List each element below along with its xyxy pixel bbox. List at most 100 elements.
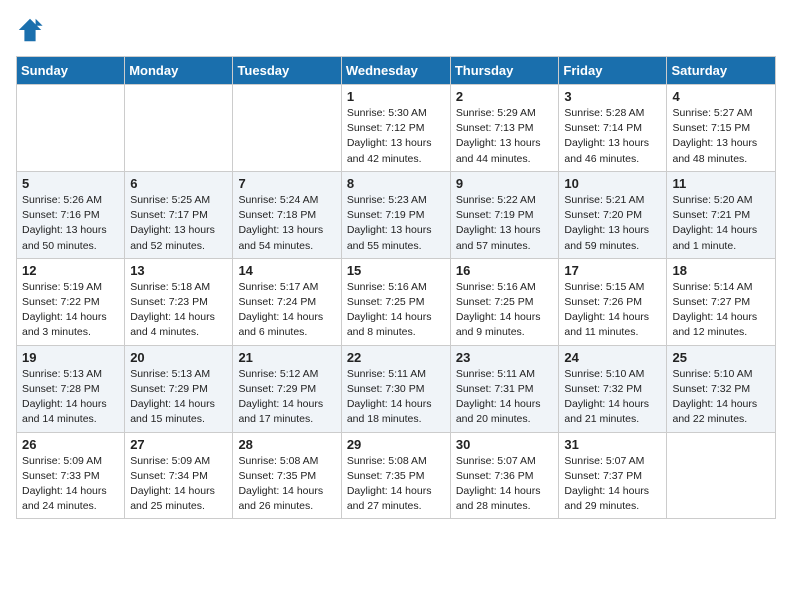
day-info: Sunrise: 5:11 AMSunset: 7:30 PMDaylight:… — [347, 367, 445, 428]
day-number: 24 — [564, 350, 661, 365]
calendar-cell: 5 Sunrise: 5:26 AMSunset: 7:16 PMDaylight… — [17, 171, 125, 258]
calendar-cell: 23Sunrise: 5:11 AMSunset: 7:31 PMDayligh… — [450, 345, 559, 432]
day-info: Sunrise: 5:20 AMSunset: 7:21 PMDaylight:… — [672, 193, 770, 254]
day-number: 22 — [347, 350, 445, 365]
day-info: Sunrise: 5:16 AMSunset: 7:25 PMDaylight:… — [456, 280, 554, 341]
day-number: 29 — [347, 437, 445, 452]
day-number: 19 — [22, 350, 119, 365]
logo-icon — [16, 16, 44, 44]
day-info: Sunrise: 5:09 AMSunset: 7:34 PMDaylight:… — [130, 454, 227, 515]
calendar-cell: 19 Sunrise: 5:13 AMSunset: 7:28 PMDayligh… — [17, 345, 125, 432]
calendar-cell: 12 Sunrise: 5:19 AMSunset: 7:22 PMDayligh… — [17, 258, 125, 345]
calendar-cell: 28 Sunrise: 5:08 AMSunset: 7:35 PMDayligh… — [233, 432, 341, 519]
day-number: 1 — [347, 89, 445, 104]
day-info: Sunrise: 5:24 AMSunset: 7:18 PMDaylight:… — [238, 193, 335, 254]
day-info: Sunrise: 5:16 AMSunset: 7:25 PMDaylight:… — [347, 280, 445, 341]
day-info: Sunrise: 5:30 AMSunset: 7:12 PMDaylight:… — [347, 106, 445, 167]
day-info: Sunrise: 5:08 AMSunset: 7:35 PMDaylight:… — [347, 454, 445, 515]
calendar-cell: 17 Sunrise: 5:15 AMSunset: 7:26 PMDayligh… — [559, 258, 667, 345]
day-number: 17 — [564, 263, 661, 278]
day-info: Sunrise: 5:08 AMSunset: 7:35 PMDaylight:… — [238, 454, 335, 515]
day-number: 27 — [130, 437, 227, 452]
calendar-week-row: 12 Sunrise: 5:19 AMSunset: 7:22 PMDayligh… — [17, 258, 776, 345]
day-info: Sunrise: 5:18 AMSunset: 7:23 PMDaylight:… — [130, 280, 227, 341]
calendar-cell: 10Sunrise: 5:21 AMSunset: 7:20 PMDayligh… — [559, 171, 667, 258]
day-info: Sunrise: 5:13 AMSunset: 7:28 PMDaylight:… — [22, 367, 119, 428]
day-number: 6 — [130, 176, 227, 191]
calendar-cell: 9Sunrise: 5:22 AMSunset: 7:19 PMDaylight… — [450, 171, 559, 258]
calendar-cell: 22 Sunrise: 5:11 AMSunset: 7:30 PMDayligh… — [341, 345, 450, 432]
calendar-week-row: 1 Sunrise: 5:30 AMSunset: 7:12 PMDaylight… — [17, 85, 776, 172]
day-number: 30 — [456, 437, 554, 452]
calendar-cell: 24 Sunrise: 5:10 AMSunset: 7:32 PMDayligh… — [559, 345, 667, 432]
day-info: Sunrise: 5:10 AMSunset: 7:32 PMDaylight:… — [564, 367, 661, 428]
weekday-header: Friday — [559, 57, 667, 85]
day-number: 5 — [22, 176, 119, 191]
calendar-week-row: 5 Sunrise: 5:26 AMSunset: 7:16 PMDaylight… — [17, 171, 776, 258]
day-info: Sunrise: 5:14 AMSunset: 7:27 PMDaylight:… — [672, 280, 770, 341]
calendar-header-row: SundayMondayTuesdayWednesdayThursdayFrid… — [17, 57, 776, 85]
day-number: 15 — [347, 263, 445, 278]
calendar-cell: 31 Sunrise: 5:07 AMSunset: 7:37 PMDayligh… — [559, 432, 667, 519]
weekday-header: Tuesday — [233, 57, 341, 85]
calendar-cell — [667, 432, 776, 519]
day-info: Sunrise: 5:09 AMSunset: 7:33 PMDaylight:… — [22, 454, 119, 515]
day-number: 12 — [22, 263, 119, 278]
weekday-header: Monday — [125, 57, 233, 85]
calendar-week-row: 26 Sunrise: 5:09 AMSunset: 7:33 PMDayligh… — [17, 432, 776, 519]
day-info: Sunrise: 5:07 AMSunset: 7:37 PMDaylight:… — [564, 454, 661, 515]
day-number: 21 — [238, 350, 335, 365]
day-number: 14 — [238, 263, 335, 278]
calendar-cell: 27 Sunrise: 5:09 AMSunset: 7:34 PMDayligh… — [125, 432, 233, 519]
day-info: Sunrise: 5:21 AMSunset: 7:20 PMDaylight:… — [564, 193, 661, 254]
day-info: Sunrise: 5:19 AMSunset: 7:22 PMDaylight:… — [22, 280, 119, 341]
calendar-cell: 11 Sunrise: 5:20 AMSunset: 7:21 PMDayligh… — [667, 171, 776, 258]
weekday-header: Sunday — [17, 57, 125, 85]
calendar-cell: 21Sunrise: 5:12 AMSunset: 7:29 PMDayligh… — [233, 345, 341, 432]
day-info: Sunrise: 5:07 AMSunset: 7:36 PMDaylight:… — [456, 454, 554, 515]
day-number: 16 — [456, 263, 554, 278]
day-number: 20 — [130, 350, 227, 365]
day-number: 18 — [672, 263, 770, 278]
calendar-cell: 2 Sunrise: 5:29 AMSunset: 7:13 PMDaylight… — [450, 85, 559, 172]
calendar-cell: 1 Sunrise: 5:30 AMSunset: 7:12 PMDaylight… — [341, 85, 450, 172]
calendar-cell: 20Sunrise: 5:13 AMSunset: 7:29 PMDayligh… — [125, 345, 233, 432]
weekday-header: Wednesday — [341, 57, 450, 85]
day-number: 31 — [564, 437, 661, 452]
day-number: 7 — [238, 176, 335, 191]
calendar-cell: 30 Sunrise: 5:07 AMSunset: 7:36 PMDayligh… — [450, 432, 559, 519]
day-info: Sunrise: 5:10 AMSunset: 7:32 PMDaylight:… — [672, 367, 770, 428]
calendar-cell — [17, 85, 125, 172]
day-number: 11 — [672, 176, 770, 191]
calendar-cell: 13 Sunrise: 5:18 AMSunset: 7:23 PMDayligh… — [125, 258, 233, 345]
day-number: 8 — [347, 176, 445, 191]
day-number: 3 — [564, 89, 661, 104]
calendar-cell — [125, 85, 233, 172]
day-info: Sunrise: 5:26 AMSunset: 7:16 PMDaylight:… — [22, 193, 119, 254]
calendar-cell: 4 Sunrise: 5:27 AMSunset: 7:15 PMDaylight… — [667, 85, 776, 172]
day-info: Sunrise: 5:15 AMSunset: 7:26 PMDaylight:… — [564, 280, 661, 341]
calendar-week-row: 19 Sunrise: 5:13 AMSunset: 7:28 PMDayligh… — [17, 345, 776, 432]
day-number: 4 — [672, 89, 770, 104]
calendar-cell: 6 Sunrise: 5:25 AMSunset: 7:17 PMDaylight… — [125, 171, 233, 258]
day-number: 9 — [456, 176, 554, 191]
day-number: 2 — [456, 89, 554, 104]
weekday-header: Thursday — [450, 57, 559, 85]
calendar-cell: 3 Sunrise: 5:28 AMSunset: 7:14 PMDaylight… — [559, 85, 667, 172]
day-info: Sunrise: 5:23 AMSunset: 7:19 PMDaylight:… — [347, 193, 445, 254]
day-info: Sunrise: 5:11 AMSunset: 7:31 PMDaylight:… — [456, 367, 554, 428]
day-info: Sunrise: 5:25 AMSunset: 7:17 PMDaylight:… — [130, 193, 227, 254]
day-info: Sunrise: 5:29 AMSunset: 7:13 PMDaylight:… — [456, 106, 554, 167]
day-number: 28 — [238, 437, 335, 452]
day-number: 26 — [22, 437, 119, 452]
logo — [16, 16, 48, 44]
day-number: 25 — [672, 350, 770, 365]
day-info: Sunrise: 5:27 AMSunset: 7:15 PMDaylight:… — [672, 106, 770, 167]
day-number: 13 — [130, 263, 227, 278]
day-info: Sunrise: 5:28 AMSunset: 7:14 PMDaylight:… — [564, 106, 661, 167]
calendar-cell: 7 Sunrise: 5:24 AMSunset: 7:18 PMDaylight… — [233, 171, 341, 258]
calendar-table: SundayMondayTuesdayWednesdayThursdayFrid… — [16, 56, 776, 519]
calendar-cell: 14Sunrise: 5:17 AMSunset: 7:24 PMDayligh… — [233, 258, 341, 345]
calendar-cell — [233, 85, 341, 172]
calendar-cell: 25 Sunrise: 5:10 AMSunset: 7:32 PMDayligh… — [667, 345, 776, 432]
